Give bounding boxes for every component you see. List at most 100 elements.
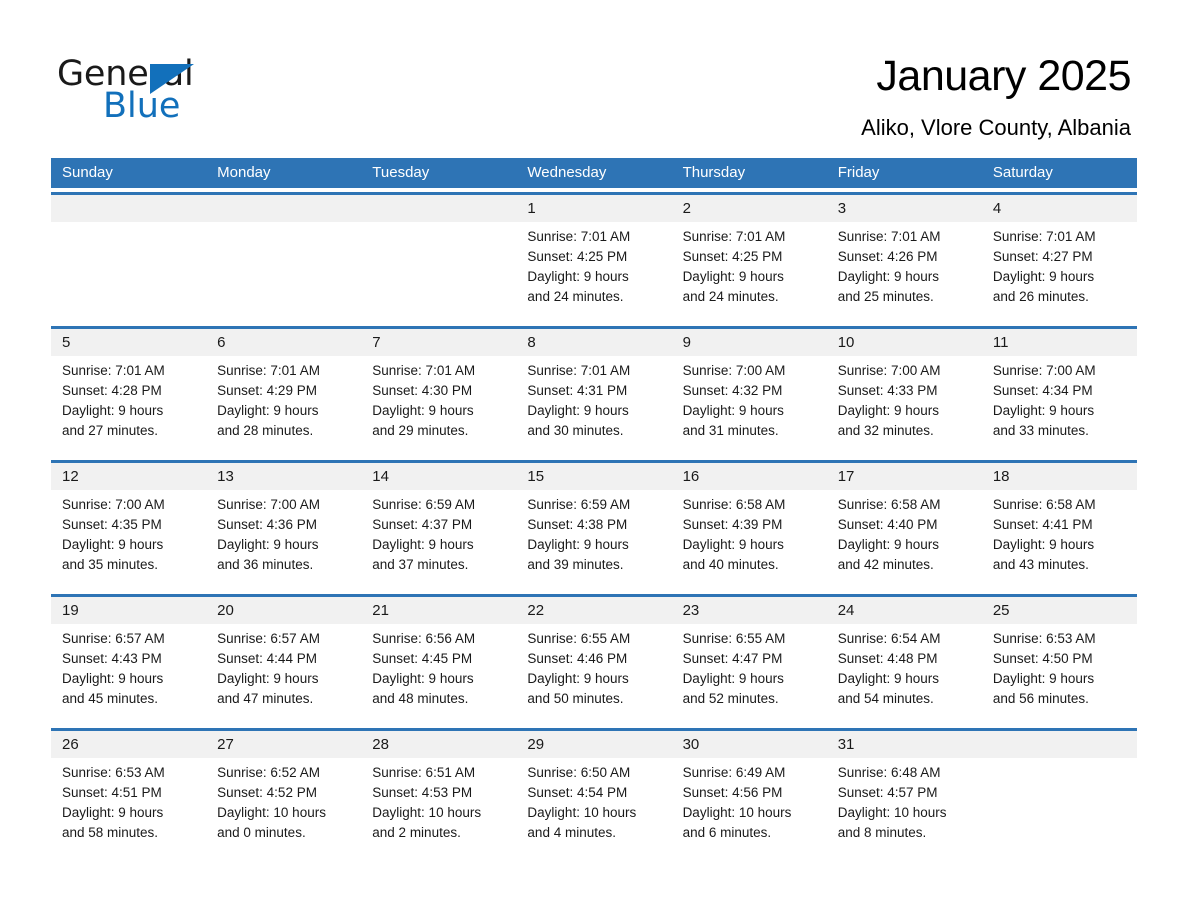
general-blue-logo: General Blue [57,52,247,126]
day-cell[interactable]: Sunrise: 7:00 AM Sunset: 4:36 PM Dayligh… [206,495,361,590]
daylight-text-line1: Daylight: 10 hours [527,805,637,820]
day-cell[interactable]: Sunrise: 6:48 AM Sunset: 4:57 PM Dayligh… [827,763,982,858]
day-number[interactable]: 20 [206,597,361,624]
day-cell[interactable]: Sunrise: 7:00 AM Sunset: 4:34 PM Dayligh… [982,361,1137,456]
day-number[interactable] [51,195,206,222]
day-number[interactable]: 8 [516,329,671,356]
daylight-text-line1: Daylight: 9 hours [992,537,1095,552]
day-number[interactable] [982,731,1137,758]
day-number[interactable]: 13 [206,463,361,490]
day-cell[interactable]: Sunrise: 6:57 AM Sunset: 4:43 PM Dayligh… [51,629,206,724]
day-number[interactable]: 10 [827,329,982,356]
day-number[interactable]: 15 [516,463,671,490]
day-cell[interactable]: Sunrise: 6:55 AM Sunset: 4:47 PM Dayligh… [672,629,827,724]
day-number[interactable]: 16 [672,463,827,490]
daylight-text-line1: Daylight: 9 hours [992,269,1095,284]
day-cell[interactable]: Sunrise: 6:58 AM Sunset: 4:39 PM Dayligh… [672,495,827,590]
sunrise-text: Sunrise: 6:57 AM [62,631,165,646]
day-cell[interactable]: Sunrise: 6:53 AM Sunset: 4:51 PM Dayligh… [51,763,206,858]
daylight-text-line1: Daylight: 9 hours [62,537,164,552]
day-cell[interactable]: Sunrise: 6:51 AM Sunset: 4:53 PM Dayligh… [361,763,516,858]
day-cell[interactable]: Sunrise: 7:01 AM Sunset: 4:25 PM Dayligh… [516,227,671,322]
day-cell[interactable]: Sunrise: 6:55 AM Sunset: 4:46 PM Dayligh… [516,629,671,724]
day-cell[interactable]: Sunrise: 6:58 AM Sunset: 4:41 PM Dayligh… [982,495,1137,590]
daylight-text-line2: and 58 minutes. [62,825,159,840]
day-cell[interactable]: Sunrise: 7:01 AM Sunset: 4:31 PM Dayligh… [516,361,671,456]
day-number[interactable]: 22 [516,597,671,624]
day-number[interactable]: 31 [827,731,982,758]
sunrise-text: Sunrise: 6:49 AM [682,765,786,780]
sunrise-text: Sunrise: 6:55 AM [682,631,786,646]
day-number[interactable] [361,195,516,222]
sunset-text: Sunset: 4:51 PM [62,785,162,800]
day-detail-row: Sunrise: 7:01 AM Sunset: 4:28 PM Dayligh… [51,356,1137,456]
sunrise-text: Sunrise: 6:57 AM [217,631,320,646]
sunset-text: Sunset: 4:30 PM [372,383,473,398]
day-number[interactable]: 7 [361,329,516,356]
day-number[interactable]: 30 [672,731,827,758]
day-number[interactable]: 19 [51,597,206,624]
day-number[interactable]: 28 [361,731,516,758]
day-cell[interactable]: Sunrise: 6:54 AM Sunset: 4:48 PM Dayligh… [827,629,982,724]
day-cell[interactable]: Sunrise: 6:57 AM Sunset: 4:44 PM Dayligh… [206,629,361,724]
page-title: January 2025 [876,52,1131,100]
day-number[interactable]: 29 [516,731,671,758]
day-number[interactable]: 24 [827,597,982,624]
day-number[interactable]: 4 [982,195,1137,222]
daylight-text-line2: and 47 minutes. [217,691,314,706]
daylight-text-line1: Daylight: 9 hours [682,269,784,284]
day-cell[interactable]: Sunrise: 7:01 AM Sunset: 4:26 PM Dayligh… [827,227,982,322]
daylight-text-line2: and 27 minutes. [62,423,159,438]
day-cell[interactable]: Sunrise: 6:49 AM Sunset: 4:56 PM Dayligh… [672,763,827,858]
day-cell[interactable]: Sunrise: 6:59 AM Sunset: 4:38 PM Dayligh… [516,495,671,590]
weekday-header-sunday: Sunday [62,164,113,181]
day-number[interactable]: 21 [361,597,516,624]
day-cell[interactable] [361,227,516,322]
day-number[interactable]: 27 [206,731,361,758]
day-cell[interactable]: Sunrise: 6:59 AM Sunset: 4:37 PM Dayligh… [361,495,516,590]
day-cell[interactable]: Sunrise: 6:50 AM Sunset: 4:54 PM Dayligh… [516,763,671,858]
day-number[interactable]: 6 [206,329,361,356]
day-number[interactable]: 3 [827,195,982,222]
sunrise-text: Sunrise: 7:01 AM [682,229,786,244]
sunrise-text: Sunrise: 6:55 AM [527,631,631,646]
day-cell[interactable]: Sunrise: 6:52 AM Sunset: 4:52 PM Dayligh… [206,763,361,858]
day-number[interactable]: 2 [672,195,827,222]
day-number[interactable]: 5 [51,329,206,356]
sunset-text: Sunset: 4:44 PM [217,651,317,666]
day-cell[interactable]: Sunrise: 7:01 AM Sunset: 4:27 PM Dayligh… [982,227,1137,322]
daylight-text-line1: Daylight: 9 hours [682,671,784,686]
daylight-text-line2: and 54 minutes. [837,691,934,706]
day-number[interactable]: 26 [51,731,206,758]
day-number[interactable]: 14 [361,463,516,490]
sunset-text: Sunset: 4:45 PM [372,651,473,666]
day-number[interactable]: 1 [516,195,671,222]
day-cell[interactable]: Sunrise: 7:00 AM Sunset: 4:33 PM Dayligh… [827,361,982,456]
day-cell[interactable]: Sunrise: 7:01 AM Sunset: 4:29 PM Dayligh… [206,361,361,456]
day-detail-row: Sunrise: 6:53 AM Sunset: 4:51 PM Dayligh… [51,758,1137,858]
day-number[interactable] [206,195,361,222]
day-number[interactable]: 17 [827,463,982,490]
day-number[interactable]: 12 [51,463,206,490]
sunset-text: Sunset: 4:52 PM [217,785,317,800]
day-cell[interactable] [206,227,361,322]
daylight-text-line2: and 40 minutes. [682,557,779,572]
day-number[interactable]: 18 [982,463,1137,490]
sunrise-text: Sunrise: 6:59 AM [372,497,476,512]
day-number[interactable]: 23 [672,597,827,624]
day-cell[interactable]: Sunrise: 6:53 AM Sunset: 4:50 PM Dayligh… [982,629,1137,724]
day-number[interactable]: 11 [982,329,1137,356]
day-cell[interactable]: Sunrise: 7:00 AM Sunset: 4:32 PM Dayligh… [672,361,827,456]
day-cell[interactable]: Sunrise: 7:01 AM Sunset: 4:25 PM Dayligh… [672,227,827,322]
day-number[interactable]: 25 [982,597,1137,624]
week-row: 5 6 7 8 9 10 11 Sunrise: 7:01 AM Sunset:… [51,326,1137,456]
day-cell[interactable]: Sunrise: 7:00 AM Sunset: 4:35 PM Dayligh… [51,495,206,590]
day-cell[interactable] [982,763,1137,858]
day-cell[interactable]: Sunrise: 7:01 AM Sunset: 4:30 PM Dayligh… [361,361,516,456]
day-cell[interactable]: Sunrise: 7:01 AM Sunset: 4:28 PM Dayligh… [51,361,206,456]
day-cell[interactable] [51,227,206,322]
day-number[interactable]: 9 [672,329,827,356]
day-cell[interactable]: Sunrise: 6:56 AM Sunset: 4:45 PM Dayligh… [361,629,516,724]
sunset-text: Sunset: 4:32 PM [682,383,783,398]
day-cell[interactable]: Sunrise: 6:58 AM Sunset: 4:40 PM Dayligh… [827,495,982,590]
